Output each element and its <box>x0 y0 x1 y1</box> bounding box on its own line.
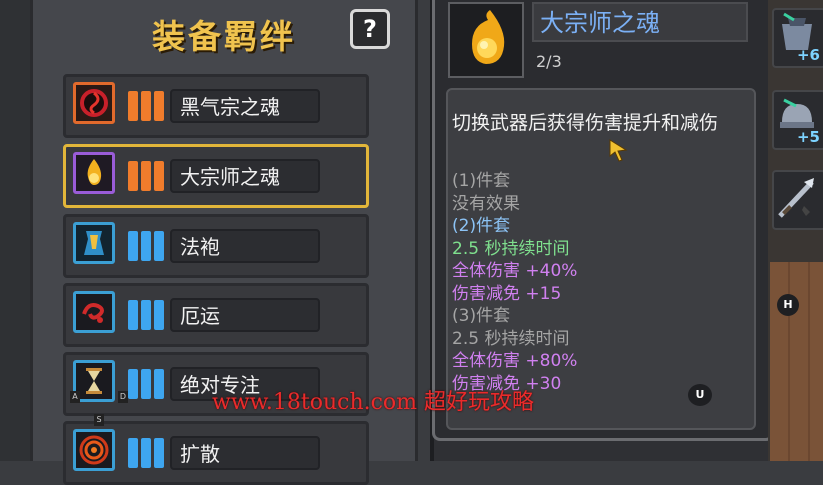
black-qi-swirl-icon <box>73 82 115 124</box>
target-ring-icon <box>73 429 115 471</box>
set-tier-list: (1)件套 没有效果 (2)件套 2.5 秒持续时间 全体伤害 +40% 伤害减… <box>452 170 577 395</box>
upgrade-badge: +5 <box>796 128 820 146</box>
cursor-icon <box>609 139 628 162</box>
tier-1-effect: 没有效果 <box>452 193 520 214</box>
h-key-button[interactable]: H <box>777 294 799 316</box>
tier-2-reduction: 伤害减免 +15 <box>452 283 562 304</box>
set-progress-bars <box>128 231 164 261</box>
set-name: 厄运 <box>170 298 320 332</box>
set-row-robe[interactable]: 法袍 <box>63 214 369 278</box>
set-row-black-qi[interactable]: 黑气宗之魂 <box>63 74 369 138</box>
misfortune-swirl-icon <box>73 291 115 333</box>
set-row-spread[interactable]: 扩散 <box>63 421 369 485</box>
set-progress-bars <box>128 369 164 399</box>
upgrade-badge: +6 <box>796 46 820 64</box>
equipment-slot[interactable] <box>772 170 823 230</box>
set-progress-bars <box>128 91 164 121</box>
set-progress-bars <box>128 300 164 330</box>
item-name: 大宗师之魂 <box>532 2 748 42</box>
set-progress-bars <box>128 438 164 468</box>
left-edge <box>0 0 30 461</box>
tier-3-duration: 2.5 秒持续时间 <box>452 328 570 349</box>
wooden-floor <box>770 262 823 461</box>
tier-2-duration: 2.5 秒持续时间 <box>452 238 570 259</box>
help-button[interactable]: ? <box>350 9 390 49</box>
robe-icon <box>73 222 115 264</box>
set-progress-bars <box>128 161 164 191</box>
set-name: 扩散 <box>170 436 320 470</box>
key-hint-s: S <box>94 414 104 426</box>
set-count: 2/3 <box>536 52 562 71</box>
set-name: 黑气宗之魂 <box>170 89 320 123</box>
equipment-slot[interactable]: +6 <box>772 8 823 68</box>
u-key-button[interactable]: U <box>688 384 712 406</box>
grandmaster-flame-icon <box>448 2 524 78</box>
grandmaster-flame-icon <box>73 152 115 194</box>
tier-1-heading: (1)件套 <box>452 171 511 191</box>
tier-2-heading: (2)件套 <box>452 216 511 236</box>
tier-3-damage: 全体伤害 +80% <box>452 351 578 371</box>
set-name: 大宗师之魂 <box>170 159 320 193</box>
tier-2-damage: 全体伤害 +40% <box>452 261 578 281</box>
key-hint-a: A <box>70 391 80 403</box>
watermark-text: www.18touch.com 超好玩攻略 <box>212 390 535 415</box>
tier-3-heading: (3)件套 <box>452 306 511 326</box>
key-hint-d: D <box>118 391 128 403</box>
weapon-icon <box>778 178 814 218</box>
equipment-slot[interactable]: +5 <box>772 90 823 150</box>
set-description: 切换武器后获得伤害提升和减伤 <box>452 112 719 134</box>
set-name: 法袍 <box>170 229 320 263</box>
set-row-misfortune[interactable]: 厄运 <box>63 283 369 347</box>
set-row-grandmaster[interactable]: 大宗师之魂 <box>63 144 369 208</box>
